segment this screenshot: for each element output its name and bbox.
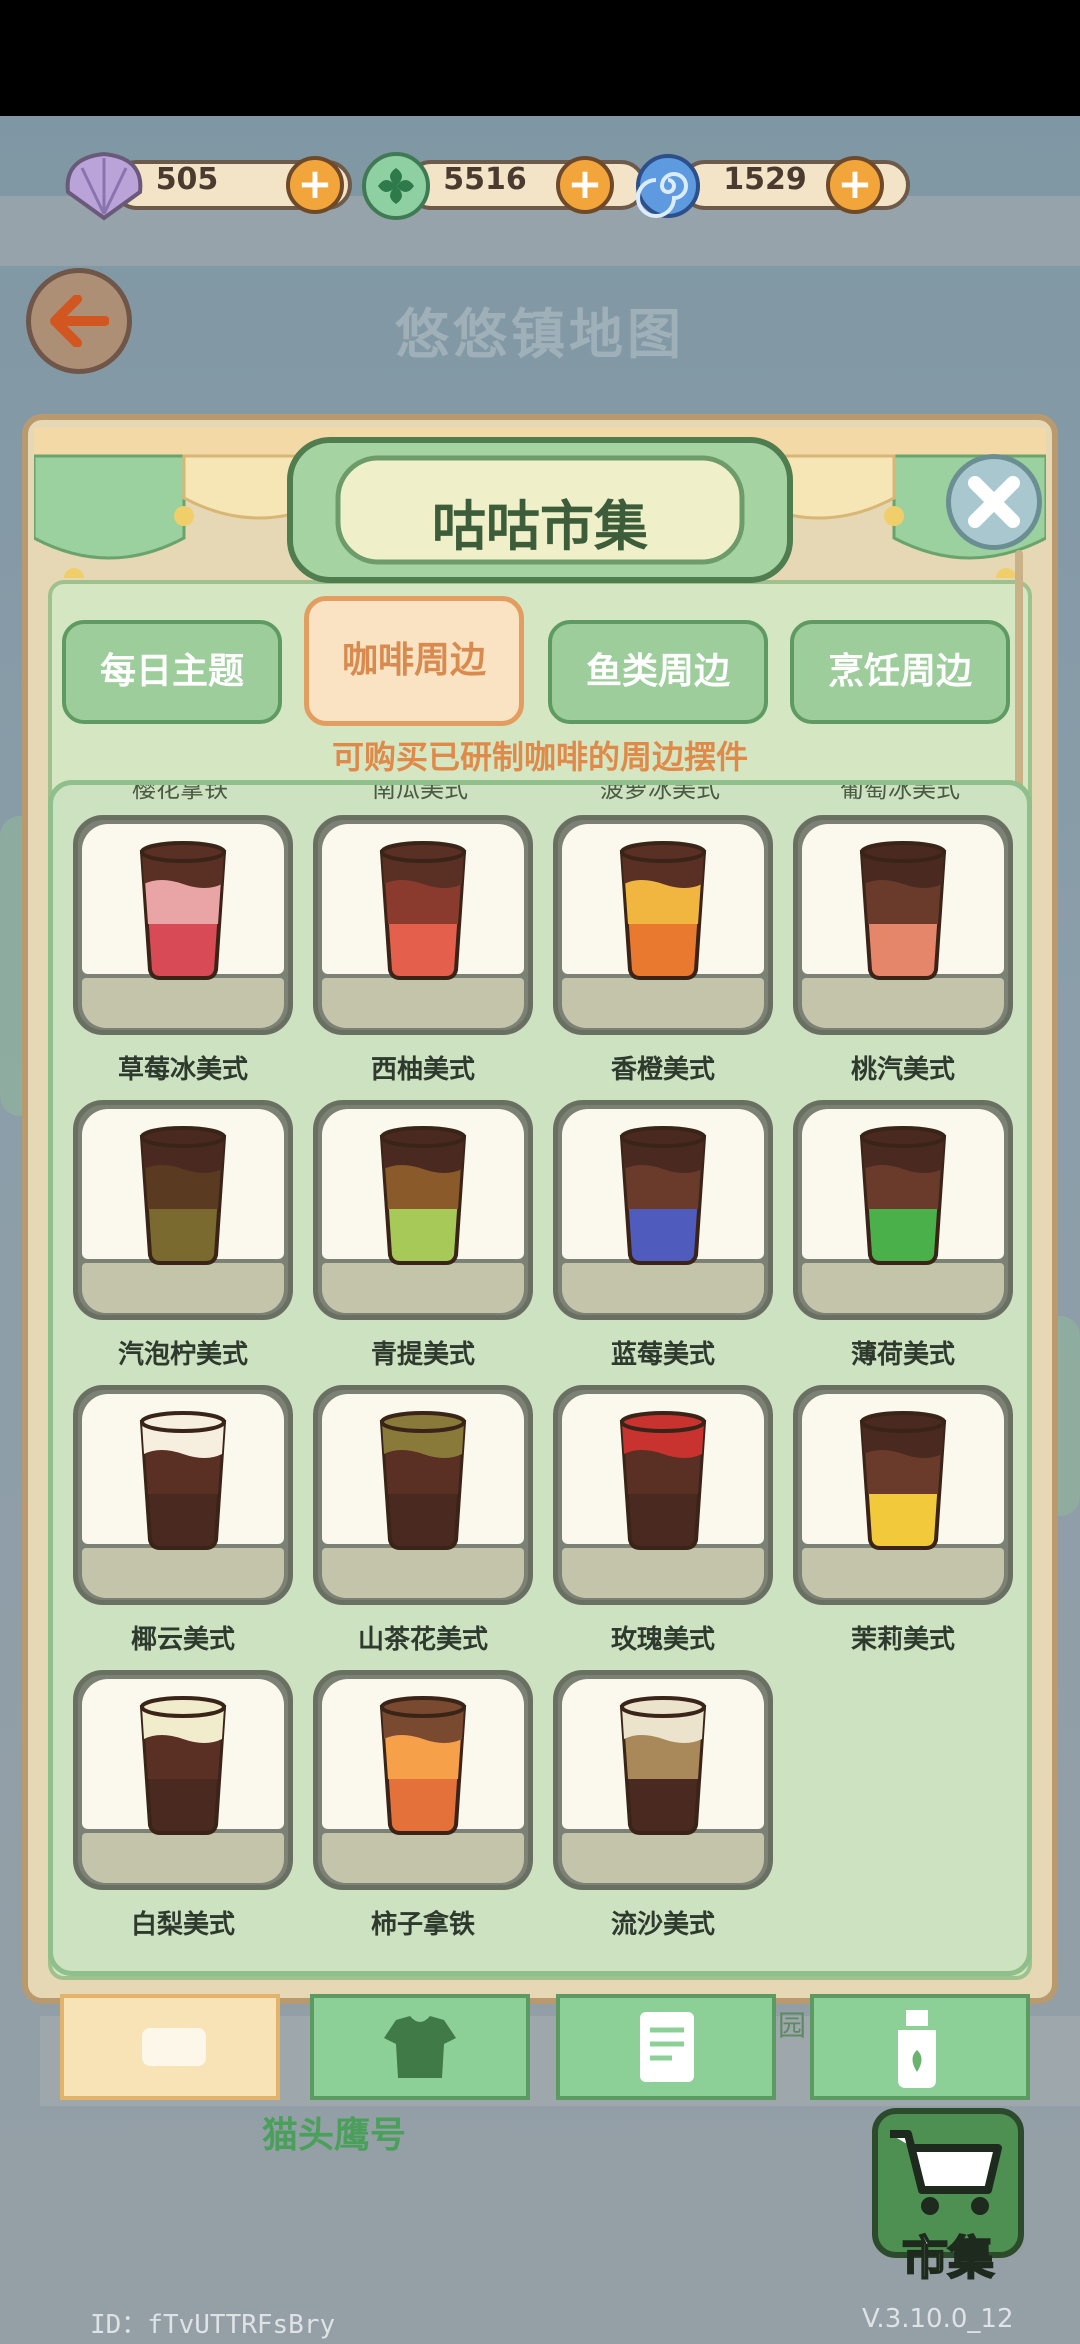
nav-clothing[interactable] (310, 1994, 530, 2100)
tab-daily-theme[interactable]: 每日主题 (62, 620, 282, 724)
currency-swirl: 1529 + (630, 152, 930, 218)
item-name: 白梨美式 (130, 1910, 235, 1940)
add-swirl-button[interactable]: + (826, 156, 884, 214)
item-grid[interactable]: 樱花拿铁 南瓜美式 菠萝冰美式 葡萄冰美式 草莓冰美式 西柚美式 香橙美式 桃汽美式汽… (48, 780, 1032, 1976)
coffee-cup-icon (379, 1696, 467, 1835)
item-name: 青提美式 (370, 1340, 475, 1370)
item-name: 草莓冰美式 (117, 1055, 248, 1085)
coffee-cup-icon (859, 1411, 947, 1550)
item-name: 玫瑰美式 (610, 1625, 715, 1655)
item-card[interactable] (553, 1385, 773, 1605)
currency-clover: 5516 + (356, 152, 656, 220)
item-name: 蓝莓美式 (610, 1340, 715, 1370)
tab-fish[interactable]: 鱼类周边 (548, 620, 768, 724)
item-card[interactable] (793, 1100, 1013, 1320)
swirl-gem-icon (636, 154, 700, 218)
item-card[interactable] (793, 815, 1013, 1035)
partial-label: 园 (778, 2009, 807, 2042)
coffee-cup-icon (619, 1126, 707, 1265)
currency-amount: 5516 (443, 162, 527, 197)
clipped-labels: 樱花拿铁 南瓜美式 菠萝冰美式 葡萄冰美式 (53, 785, 1027, 803)
coffee-cup-icon (379, 1411, 467, 1550)
item-card[interactable] (553, 1670, 773, 1890)
sofa-icon (142, 2028, 206, 2066)
currency-amount: 1529 (723, 162, 807, 197)
item-card[interactable] (313, 1385, 533, 1605)
add-shell-button[interactable]: + (286, 156, 344, 214)
market-label[interactable]: 市集 (872, 2222, 1024, 2288)
clipped-label: 南瓜美式 (372, 780, 468, 803)
item-card[interactable] (73, 1100, 293, 1320)
coffee-cup-icon (139, 1411, 227, 1550)
currency-shell: 505 + (62, 151, 362, 221)
coffee-cup-icon (619, 841, 707, 980)
item-name: 香橙美式 (610, 1055, 715, 1085)
shirt-icon (384, 2016, 456, 2078)
item-name: 椰云美式 (130, 1625, 235, 1655)
user-id: ID：fTvUTTRFsBry (90, 2310, 336, 2340)
map-title: 悠悠镇地图 (395, 303, 685, 366)
item-card[interactable] (313, 1670, 533, 1890)
item-card[interactable] (553, 815, 773, 1035)
item-card[interactable] (73, 1670, 293, 1890)
coffee-cup-icon (379, 1126, 467, 1265)
dialog-subtitle: 可购买已研制咖啡的周边摆件 (331, 738, 748, 776)
item-name: 山茶花美式 (357, 1625, 488, 1655)
item-name: 桃汽美式 (850, 1055, 955, 1085)
item-name: 汽泡柠美式 (117, 1340, 248, 1370)
clipped-label: 樱花拿铁 (132, 780, 228, 803)
item-card[interactable] (553, 1100, 773, 1320)
dialog-title: 咕咕市集 (432, 495, 648, 558)
nav-supplies[interactable] (810, 1994, 1030, 2100)
item-name: 茉莉美式 (850, 1625, 955, 1655)
coffee-cup-icon (619, 1411, 707, 1550)
coffee-cup-icon (139, 841, 227, 980)
bottle-icon (898, 2010, 936, 2088)
coffee-cup-icon (139, 1126, 227, 1265)
item-name: 流沙美式 (610, 1910, 715, 1940)
tab-cooking[interactable]: 烹饪周边 (790, 620, 1010, 724)
owl-label: 猫头鹰号 (262, 2115, 407, 2156)
tab-coffee[interactable]: 咖啡周边 (304, 596, 524, 726)
nav-furniture[interactable] (60, 1994, 280, 2100)
add-clover-button[interactable]: + (556, 156, 614, 214)
currency-amount: 505 (155, 162, 219, 197)
item-card[interactable] (73, 815, 293, 1035)
notepad-icon (640, 2012, 694, 2082)
item-card[interactable] (793, 1385, 1013, 1605)
item-name: 薄荷美式 (850, 1340, 955, 1370)
item-card[interactable] (313, 815, 533, 1035)
coffee-cup-icon (619, 1696, 707, 1835)
nav-notes[interactable] (556, 1994, 776, 2100)
status-bar (0, 0, 1080, 116)
clipped-label: 葡萄冰美式 (840, 780, 960, 803)
item-card[interactable] (313, 1100, 533, 1320)
clover-coin-icon (362, 152, 430, 220)
coffee-cup-icon (139, 1696, 227, 1835)
coffee-cup-icon (379, 841, 467, 980)
cart-icon (890, 2130, 1002, 2215)
coffee-cup-icon (859, 841, 947, 980)
item-name: 柿子拿铁 (370, 1910, 475, 1940)
close-button[interactable] (946, 454, 1042, 550)
item-name: 西柚美式 (370, 1055, 475, 1085)
item-card[interactable] (73, 1385, 293, 1605)
close-icon (968, 476, 1020, 528)
clipped-label: 菠萝冰美式 (600, 780, 720, 803)
coffee-cup-icon (859, 1126, 947, 1265)
app-version: V.3.10.0_12 (862, 2304, 1014, 2334)
